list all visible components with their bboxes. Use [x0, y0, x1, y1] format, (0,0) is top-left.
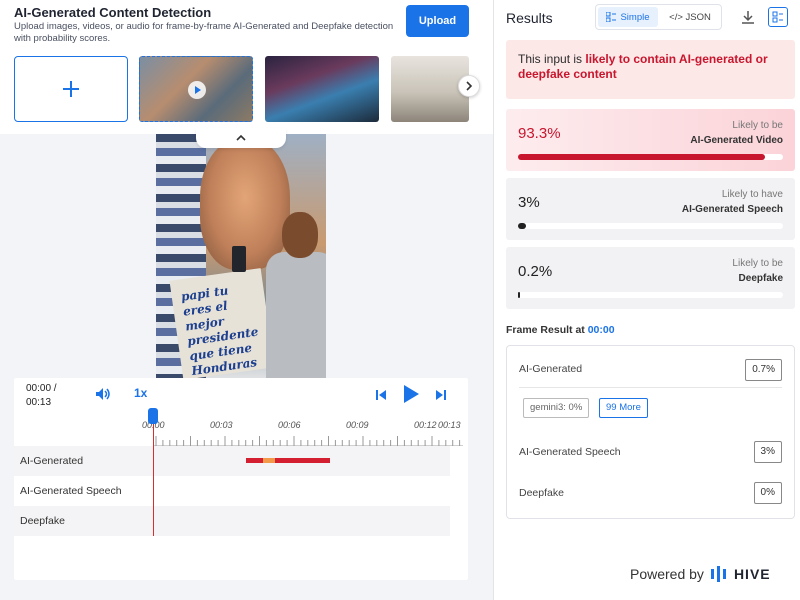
video-person — [266, 212, 326, 378]
video-person-body — [266, 252, 326, 378]
grid-icon — [772, 11, 783, 23]
skip-forward-icon[interactable] — [434, 388, 448, 402]
skip-back-icon[interactable] — [374, 388, 388, 402]
layout-toggle-button[interactable] — [768, 7, 788, 27]
score-bar — [518, 223, 783, 229]
divider — [519, 387, 782, 388]
results-title: Results — [506, 10, 553, 26]
score-bar-fill — [518, 223, 526, 229]
time-current: 00:00 / — [26, 383, 57, 394]
score-prefix: Likely to be — [732, 258, 783, 269]
powered-by: Powered by HIVE — [630, 565, 771, 583]
brand-name: HIVE — [733, 566, 771, 582]
score-label: Deepfake — [738, 273, 783, 284]
json-view-button[interactable]: </> JSON — [660, 7, 720, 27]
tick-label: 00:06 — [278, 420, 301, 430]
score-value: 0.2% — [518, 263, 553, 280]
detection-segment[interactable] — [262, 458, 275, 463]
results-panel: Results Simple </> JSON This input is li… — [493, 0, 800, 600]
playback-speed-button[interactable]: 1x — [134, 386, 147, 400]
score-card-ai-generated-video: 93.3% Likely to be AI-Generated Video — [506, 109, 795, 171]
video-preview[interactable]: papi tu eres el mejor presidente que tie… — [156, 134, 326, 378]
plus-icon — [63, 81, 79, 97]
frame-result-panel: AI-Generated 0.7% gemini3: 0% 99 More AI… — [506, 345, 795, 519]
media-panel: AI-Generated Content Detection Upload im… — [0, 0, 493, 600]
thumbnail-video-1[interactable] — [139, 56, 253, 122]
score-bar — [518, 292, 783, 298]
video-person-head — [282, 212, 318, 258]
frame-row-label: AI-Generated — [519, 363, 583, 375]
tick-label: 00:12 — [414, 420, 437, 430]
tick-label: 00:09 — [346, 420, 369, 430]
upload-header: AI-Generated Content Detection Upload im… — [0, 0, 493, 134]
more-models-button[interactable]: 99 More — [599, 398, 648, 418]
chevron-right-icon — [466, 81, 473, 91]
verdict-banner: This input is likely to contain AI-gener… — [506, 40, 795, 99]
detection-segment[interactable] — [274, 458, 330, 463]
frame-result-heading: Frame Result at 00:00 — [506, 324, 615, 336]
frame-row-value: 3% — [753, 441, 782, 463]
frame-heading-label: Frame Result at — [506, 324, 588, 336]
view-toggle: Simple </> JSON — [595, 4, 722, 30]
play-icon — [188, 81, 206, 99]
detection-segment[interactable] — [246, 458, 263, 463]
tick-label: 00:13 — [438, 420, 461, 430]
track-ai-generated: AI-Generated — [14, 446, 450, 476]
chevron-up-icon — [236, 134, 246, 141]
playhead-line — [153, 424, 154, 536]
powered-by-label: Powered by — [630, 566, 704, 582]
score-value: 93.3% — [518, 125, 561, 142]
score-label: AI-Generated Speech — [681, 204, 783, 215]
volume-icon[interactable] — [94, 386, 112, 402]
verdict-prefix: This input is — [518, 52, 586, 66]
tick-label: 00:03 — [210, 420, 233, 430]
download-icon[interactable] — [740, 9, 756, 25]
frame-row-value: 0% — [753, 482, 782, 504]
video-phone — [232, 246, 246, 272]
frame-row-label: AI-Generated Speech — [519, 446, 621, 458]
score-card-deepfake: 0.2% Likely to be Deepfake — [506, 247, 795, 309]
ruler-ticks — [155, 436, 461, 446]
score-value: 3% — [518, 194, 540, 211]
timeline-ruler — [153, 428, 463, 446]
thumbnail-image-2[interactable] — [265, 56, 379, 122]
track-deepfake: Deepfake — [14, 506, 450, 536]
frame-time-link[interactable]: 00:00 — [588, 324, 615, 336]
play-icon[interactable] — [402, 384, 420, 404]
simple-view-label: Simple — [620, 11, 650, 23]
score-prefix: Likely to be — [732, 120, 783, 131]
score-bar-fill — [518, 154, 766, 160]
score-prefix: Likely to have — [721, 189, 783, 200]
score-card-ai-generated-speech: 3% Likely to have AI-Generated Speech — [506, 178, 795, 240]
score-bar — [518, 154, 783, 160]
track-ai-generated-speech: AI-Generated Speech — [14, 476, 450, 506]
page-title: AI-Generated Content Detection — [14, 5, 212, 20]
score-bar-fill — [518, 292, 520, 298]
frame-row-label: Deepfake — [519, 487, 564, 499]
thumbnail-image-3[interactable] — [391, 56, 469, 122]
video-sign-text: papi tu eres el mejor presidente que tie… — [180, 283, 260, 378]
upload-button[interactable]: Upload — [406, 5, 469, 37]
hive-logo-icon — [710, 566, 726, 582]
time-display: 00:00 / 00:13 — [26, 382, 57, 410]
list-icon — [606, 12, 617, 22]
collapse-thumbnails-button[interactable] — [196, 128, 286, 148]
timeline-panel: 00:00 / 00:13 1x 00:00 00:03 00:06 00:0 — [14, 378, 468, 580]
model-score-chip: gemini3: 0% — [523, 398, 590, 418]
page-subtitle: Upload images, videos, or audio for fram… — [14, 21, 394, 44]
time-total: 00:13 — [26, 397, 52, 408]
frame-row-value: 0.7% — [745, 359, 782, 381]
add-media-button[interactable] — [14, 56, 128, 122]
playhead-handle[interactable] — [148, 408, 158, 424]
thumbnail-next-button[interactable] — [458, 75, 480, 97]
score-label: AI-Generated Video — [690, 135, 783, 146]
simple-view-button[interactable]: Simple — [598, 7, 658, 27]
